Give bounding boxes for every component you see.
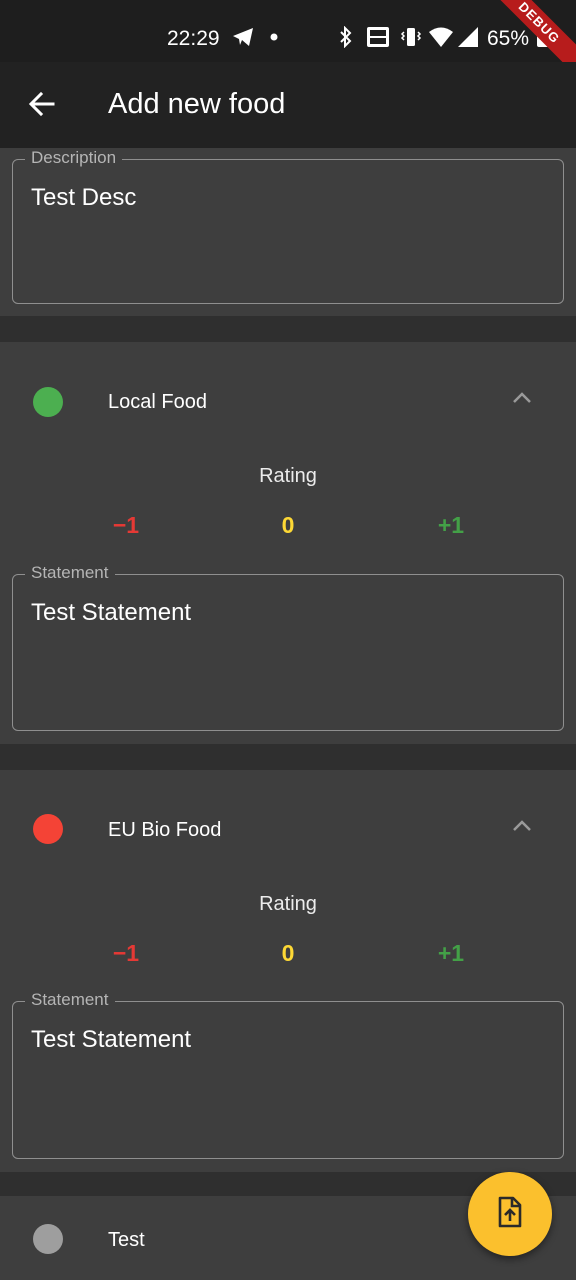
description-field[interactable]: Description Test Desc [12,148,564,304]
app-bar: Add new food [0,62,576,148]
rating-plus-button[interactable]: +1 [421,512,481,539]
statement-value[interactable]: Test Statement [31,1026,191,1054]
category-color-dot [33,387,63,417]
wifi-icon [428,26,454,48]
page-title: Add new food [108,88,286,120]
category-name: EU Bio Food [108,819,222,841]
chevron-up-icon [512,819,532,837]
category-name: Test [108,1229,145,1251]
collapse-button[interactable] [506,384,538,416]
status-time: 22:29 [167,27,220,50]
category-card-local-food: Local Food Rating −1 0 +1 Statement Test… [0,342,576,744]
back-button[interactable] [22,86,62,126]
statement-label: Statement [25,563,115,583]
arrow-back-icon [28,90,56,123]
bluetooth-icon [338,26,354,48]
category-card-eu-bio-food: EU Bio Food Rating −1 0 +1 Statement Tes… [0,770,576,1172]
category-name: Local Food [108,391,207,413]
rating-zero-button[interactable]: 0 [258,940,318,967]
notification-dot-icon [270,26,278,48]
battery-percent: 65% [487,27,530,50]
rating-minus-button[interactable]: −1 [96,940,156,967]
statement-field[interactable]: Statement Test Statement [12,563,564,731]
category-color-dot [33,1224,63,1254]
chevron-up-icon [512,391,532,409]
vowifi-icon [366,26,390,48]
collapse-button[interactable] [506,812,538,844]
upload-fab-button[interactable] [468,1172,552,1256]
category-color-dot [33,814,63,844]
status-bar: 22:29 65% DEBUG [0,0,576,91]
description-card: Description Test Desc [0,148,576,316]
rating-label: Rating [259,465,317,487]
file-upload-icon [497,1196,523,1233]
rating-label: Rating [259,893,317,915]
statement-value[interactable]: Test Statement [31,599,191,627]
rating-zero-button[interactable]: 0 [258,512,318,539]
description-value[interactable]: Test Desc [31,184,136,212]
description-label: Description [25,148,123,168]
telegram-icon [232,26,254,48]
rating-minus-button[interactable]: −1 [96,512,156,539]
rating-plus-button[interactable]: +1 [421,940,481,967]
statement-field[interactable]: Statement Test Statement [12,990,564,1159]
statement-label: Statement [25,990,115,1010]
signal-icon [456,26,480,48]
vibrate-icon [400,26,422,48]
